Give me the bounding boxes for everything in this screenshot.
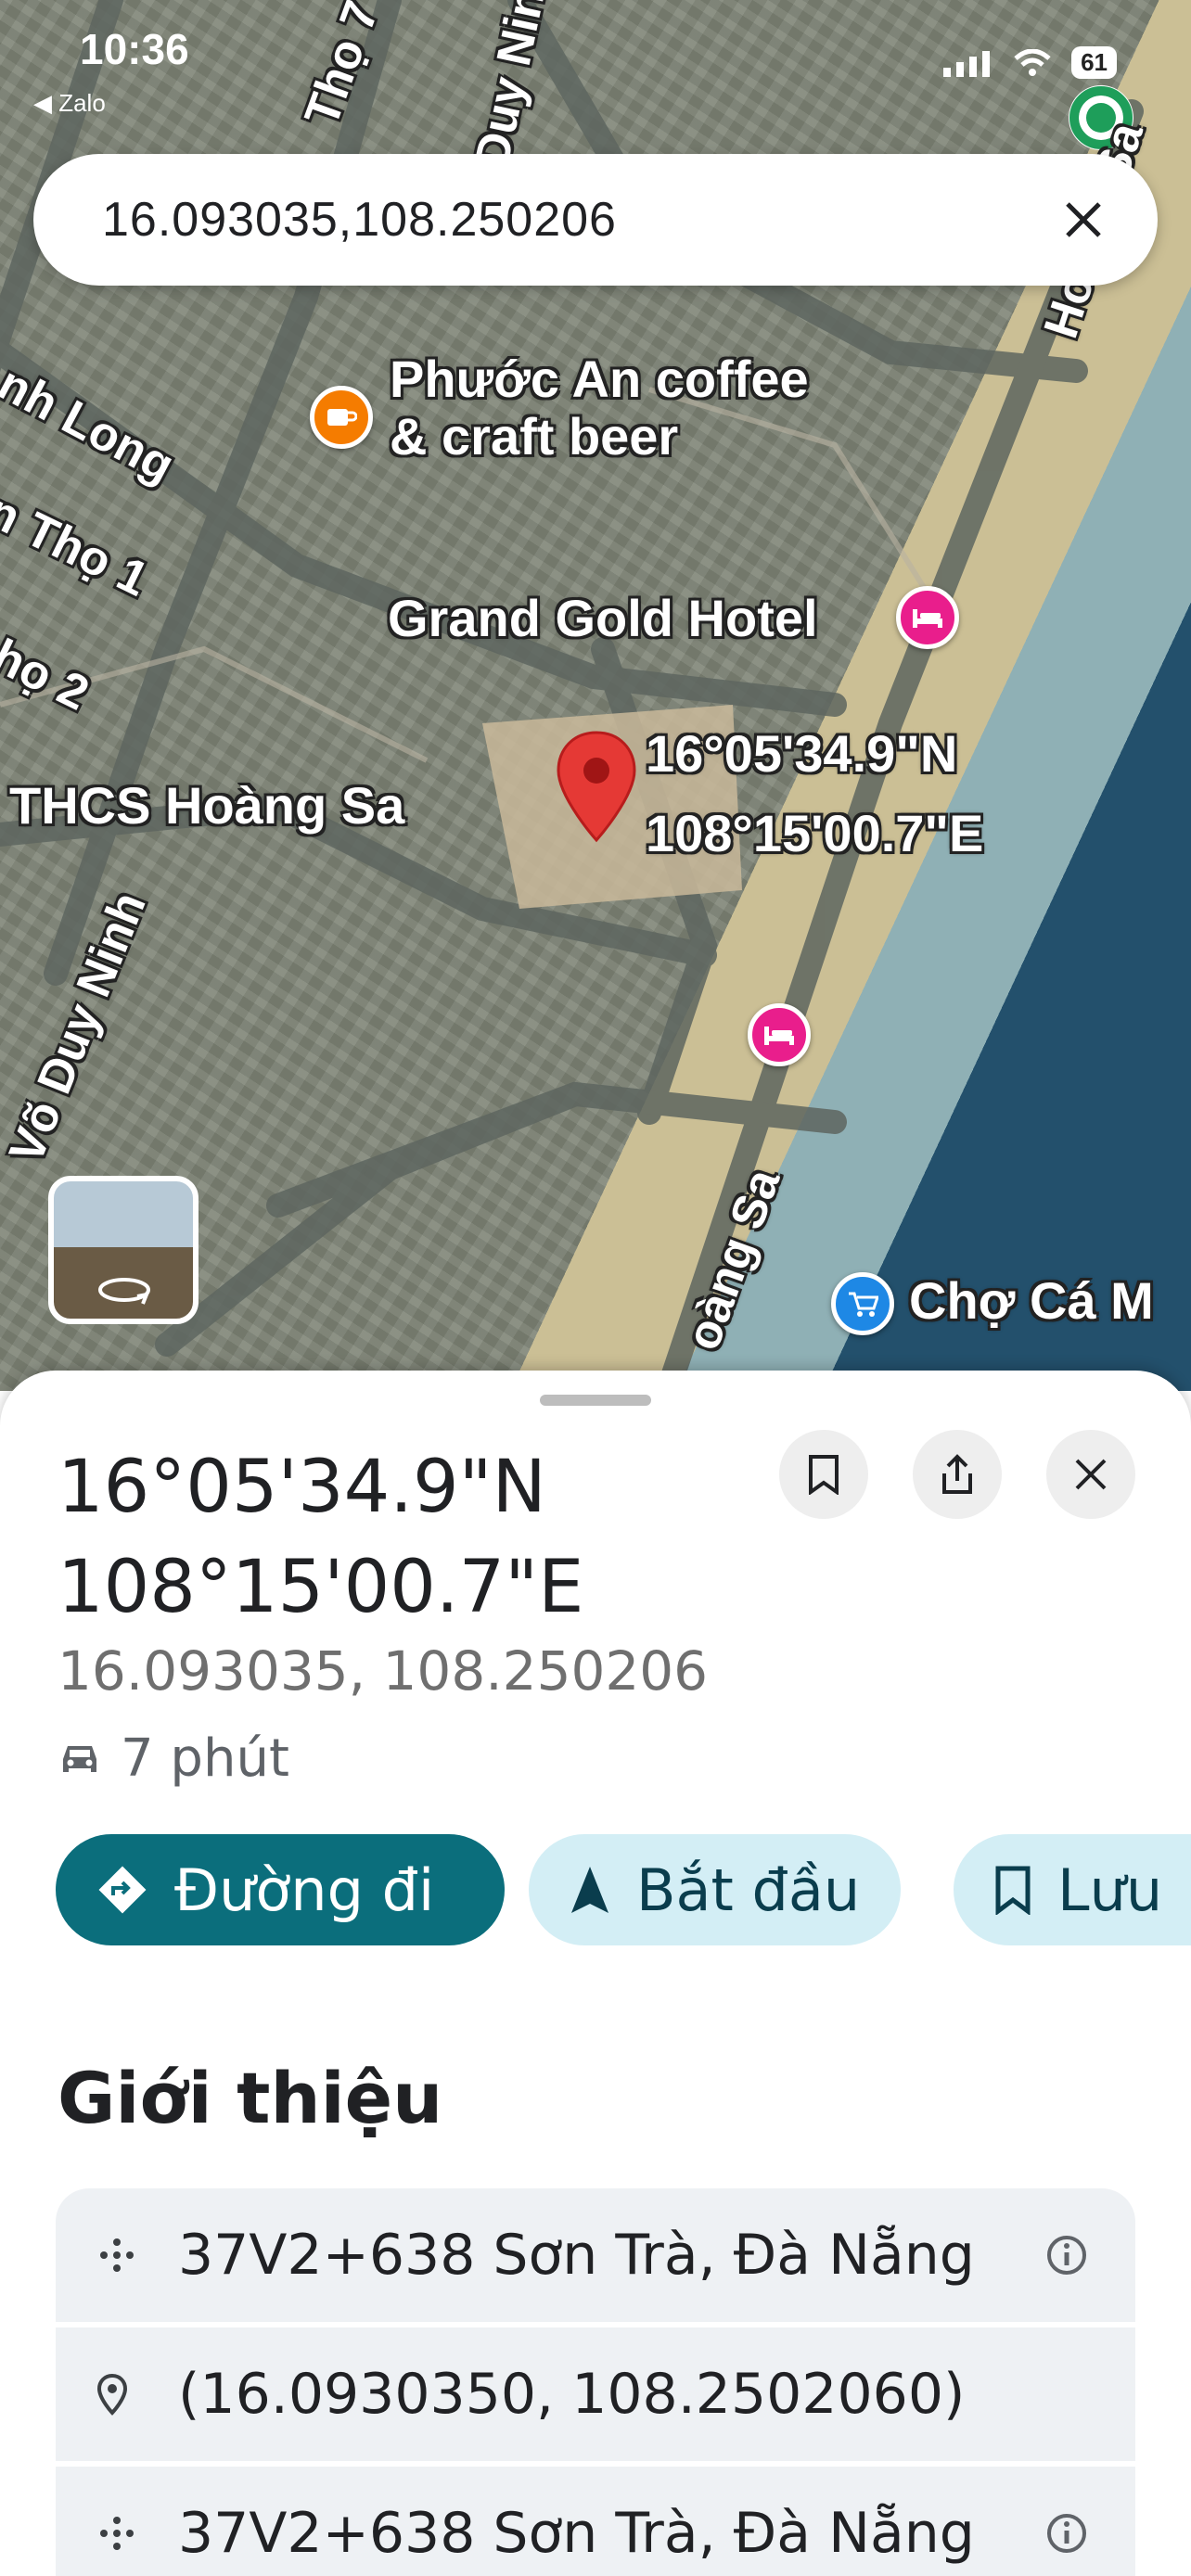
- hotel-poi-icon[interactable]: [896, 586, 959, 649]
- plus-code-text: 37V2+638 Sơn Trà, Đà Nẵng: [178, 2223, 975, 2288]
- plus-code-icon: [96, 2513, 178, 2554]
- bookmark-icon: [995, 1866, 1031, 1915]
- save-button[interactable]: Lưu: [954, 1834, 1191, 1945]
- street-view-thumbnail[interactable]: [48, 1176, 198, 1324]
- cafe-poi-icon[interactable]: [310, 386, 373, 449]
- school-poi-label[interactable]: THCS Hoàng Sa: [9, 777, 404, 835]
- share-button[interactable]: [913, 1430, 1002, 1519]
- start-label: Bắt đầu: [636, 1855, 861, 1924]
- place-details-sheet[interactable]: 16°05'34.9"N 108°15'00.7"E 16.093035, 10…: [0, 1371, 1191, 2576]
- back-to-app-link[interactable]: ◀ Zalo: [33, 89, 106, 118]
- cafe-poi-label[interactable]: Phước An coffee & craft beer: [390, 351, 809, 465]
- coordinates-row[interactable]: (16.0930350, 108.2502060): [56, 2327, 1135, 2461]
- hotel-poi-label[interactable]: Grand Gold Hotel: [388, 590, 818, 647]
- coordinates-text: (16.0930350, 108.2502060): [178, 2362, 966, 2427]
- save-place-button[interactable]: [779, 1430, 868, 1519]
- search-bar[interactable]: 16.093035,108.250206: [33, 154, 1158, 286]
- map-view[interactable]: 10:36 ◀ Zalo 61 Thọ 7 Duy Ninh Hoàng Sa …: [0, 0, 1191, 1391]
- directions-icon: [98, 1866, 147, 1914]
- directions-label: Đường đi: [174, 1855, 435, 1924]
- share-icon: [942, 1454, 972, 1494]
- battery-indicator: 61: [1071, 46, 1117, 79]
- car-icon: [63, 1745, 96, 1772]
- clear-search-button[interactable]: [1046, 183, 1121, 257]
- search-input[interactable]: 16.093035,108.250206: [102, 192, 1046, 248]
- wifi-icon: [1014, 48, 1051, 76]
- status-time: 10:36: [80, 25, 189, 73]
- drive-time: 7 phút: [58, 1728, 289, 1789]
- close-sheet-button[interactable]: [1046, 1430, 1135, 1519]
- start-navigation-button[interactable]: Bắt đầu: [529, 1834, 902, 1945]
- close-icon: [1066, 202, 1101, 237]
- about-section-title: Giới thiệu: [58, 2057, 443, 2139]
- hotel-poi-icon-2[interactable]: [748, 1003, 811, 1066]
- location-pin-icon: [96, 2373, 178, 2416]
- status-icons: 61: [943, 46, 1117, 79]
- pin-coordinates-label: 16°05'34.9"N 108°15'00.7"E: [646, 724, 984, 862]
- market-poi-label[interactable]: Chợ Cá M: [909, 1272, 1154, 1330]
- drive-time-text: 7 phút: [121, 1728, 289, 1789]
- plus-code-row[interactable]: 37V2+638 Sơn Trà, Đà Nẵng: [56, 2188, 1135, 2322]
- plus-code-text-2: 37V2+638 Sơn Trà, Đà Nẵng: [178, 2501, 975, 2566]
- save-label: Lưu: [1057, 1855, 1163, 1924]
- place-title: 16°05'34.9"N 108°15'00.7"E: [58, 1437, 583, 1638]
- signal-icon: [943, 50, 991, 77]
- info-icon[interactable]: [1039, 2512, 1095, 2555]
- shopping-cart-poi-icon[interactable]: [831, 1272, 894, 1335]
- close-icon: [1075, 1459, 1107, 1490]
- decimal-coordinates: 16.093035, 108.250206: [58, 1639, 709, 1702]
- info-icon[interactable]: [1039, 2234, 1095, 2276]
- directions-button[interactable]: Đường đi: [56, 1834, 505, 1945]
- title-latitude: 16°05'34.9"N: [58, 1446, 546, 1529]
- plus-code-icon: [96, 2235, 178, 2276]
- sheet-drag-handle[interactable]: [540, 1395, 651, 1406]
- navigation-arrow-icon: [571, 1867, 608, 1913]
- rotate-360-icon: [98, 1278, 150, 1305]
- bookmark-icon: [809, 1455, 839, 1495]
- title-longitude: 108°15'00.7"E: [58, 1546, 584, 1629]
- dropped-pin-icon[interactable]: [555, 729, 638, 844]
- plus-code-row-2[interactable]: 37V2+638 Sơn Trà, Đà Nẵng: [56, 2467, 1135, 2576]
